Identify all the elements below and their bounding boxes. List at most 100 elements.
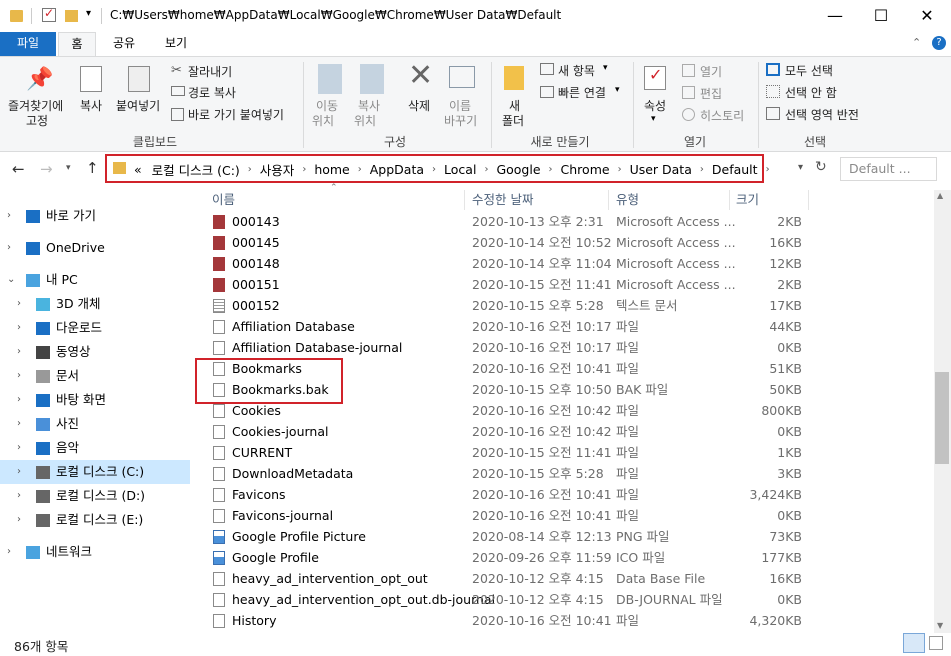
move-to-label-2[interactable]: 위치 (312, 112, 334, 129)
crumb-google[interactable]: Google (490, 162, 546, 177)
open-button[interactable]: 열기 (700, 63, 722, 80)
select-none-button[interactable]: 선택 안 함 (785, 84, 837, 101)
file-row[interactable]: Cookies-journal 2020-10-16 오전 10:42 파일 0KB (205, 421, 805, 442)
crumb-user-data[interactable]: User Data (624, 162, 698, 177)
nav-item[interactable]: › 3D 개체 (0, 292, 190, 316)
nav-item[interactable]: › 네트워크 (0, 540, 190, 564)
file-row[interactable]: DownloadMetadata 2020-10-15 오후 5:28 파일 3KB (205, 463, 805, 484)
search-input[interactable]: Default ... (840, 157, 937, 181)
file-row[interactable]: 000148 2020-10-14 오후 11:04 Microsoft Acces… (205, 253, 805, 274)
scroll-up-icon[interactable]: ▲ (937, 191, 943, 200)
chevron-right-icon[interactable]: › (356, 164, 364, 175)
properties-dropdown-icon[interactable]: ▾ (651, 114, 656, 124)
chevron-right-icon[interactable]: › (547, 164, 555, 175)
large-icons-view-icon[interactable] (929, 636, 943, 650)
file-row[interactable]: heavy_ad_intervention_opt_out 2020-10-12 … (205, 568, 805, 589)
pin-label-2[interactable]: 고정 (26, 112, 48, 129)
crumb-c-drive[interactable]: 로컬 디스크 (C:) (146, 160, 246, 179)
chevron-right-icon[interactable]: › (17, 484, 21, 508)
column-header-name[interactable]: 이름 (212, 190, 235, 210)
paste-button[interactable]: 붙여넣기 (116, 97, 160, 114)
crumb-home[interactable]: home (308, 162, 355, 177)
crumb-appdata[interactable]: AppData (364, 162, 430, 177)
details-view-icon[interactable] (903, 633, 925, 653)
easy-access-dropdown-icon[interactable]: ▾ (615, 85, 620, 95)
minimize-button[interactable]: — (812, 0, 858, 32)
file-row[interactable]: Google Profile Picture 2020-08-14 오후 12:1… (205, 526, 805, 547)
file-row[interactable]: Affiliation Database-journal 2020-10-16 오… (205, 337, 805, 358)
delete-button[interactable]: 삭제 (408, 97, 430, 114)
easy-access-button[interactable]: 빠른 연결 (558, 84, 606, 101)
chevron-right-icon[interactable]: › (17, 292, 21, 316)
nav-item[interactable]: › 로컬 디스크 (D:) (0, 484, 190, 508)
tab-view[interactable]: 보기 (156, 32, 196, 56)
new-folder-qa-icon[interactable] (65, 10, 78, 22)
tab-file[interactable]: 파일 (0, 32, 56, 56)
crumb-chrome[interactable]: Chrome (555, 162, 616, 177)
nav-item[interactable]: › 바로 가기 (0, 204, 190, 228)
qa-dropdown-icon[interactable]: ▾ (86, 8, 91, 19)
new-item-dropdown-icon[interactable]: ▾ (603, 63, 608, 73)
chevron-right-icon[interactable]: › (17, 316, 21, 340)
crumb-default[interactable]: Default (706, 162, 764, 177)
cut-button[interactable]: 잘라내기 (188, 63, 232, 80)
recent-dropdown-icon[interactable]: ▾ (66, 163, 71, 173)
chevron-right-icon[interactable]: › (482, 164, 490, 175)
scrollbar-thumb[interactable] (935, 372, 949, 464)
paste-shortcut-button[interactable]: 바로 가기 붙여넣기 (188, 106, 284, 123)
chevron-right-icon[interactable]: › (17, 412, 21, 436)
back-icon[interactable]: ← (12, 160, 25, 178)
history-button[interactable]: 히스토리 (700, 107, 744, 124)
column-header-type[interactable]: 유형 (616, 190, 639, 210)
file-row[interactable]: Google Profile 2020-09-26 오후 11:59 ICO 파일 1… (205, 547, 805, 568)
chevron-down-icon[interactable]: ⌄ (7, 268, 15, 292)
new-item-button[interactable]: 새 항목 (558, 62, 595, 79)
properties-button[interactable]: 속성 (644, 97, 666, 114)
file-row[interactable]: CURRENT 2020-10-15 오전 11:41 파일 1KB (205, 442, 805, 463)
chevron-right-icon[interactable]: › (430, 164, 438, 175)
copy-path-button[interactable]: 경로 복사 (188, 84, 236, 101)
chevron-right-icon[interactable]: › (7, 236, 11, 260)
chevron-right-icon[interactable]: › (7, 204, 11, 228)
refresh-icon[interactable]: ↻ (815, 159, 827, 175)
chevron-right-icon[interactable]: › (764, 164, 772, 175)
up-icon[interactable]: ↑ (86, 159, 99, 177)
file-row[interactable]: 000151 2020-10-15 오전 11:41 Microsoft Acces… (205, 274, 805, 295)
tab-home[interactable]: 홈 (58, 32, 96, 56)
chevron-right-icon[interactable]: › (17, 508, 21, 532)
rename-label-2[interactable]: 바꾸기 (444, 112, 477, 129)
file-row[interactable]: Affiliation Database 2020-10-16 오전 10:17 파… (205, 316, 805, 337)
nav-item[interactable]: › 음악 (0, 436, 190, 460)
file-row[interactable]: heavy_ad_intervention_opt_out.db-journal… (205, 589, 805, 610)
nav-item[interactable]: › 문서 (0, 364, 190, 388)
chevron-right-icon[interactable]: › (17, 340, 21, 364)
column-header-date[interactable]: 수정한 날짜 (472, 190, 533, 210)
invert-selection-button[interactable]: 선택 영역 반전 (785, 106, 859, 123)
chevron-right-icon[interactable]: › (17, 436, 21, 460)
copy-to-label-2[interactable]: 위치 (354, 112, 376, 129)
new-folder-label-2[interactable]: 폴더 (502, 112, 524, 129)
properties-qa-icon[interactable]: ✓ (42, 6, 56, 22)
forward-icon[interactable]: → (40, 160, 53, 178)
file-row[interactable]: 000145 2020-10-14 오전 10:52 Microsoft Acces… (205, 232, 805, 253)
chevron-right-icon[interactable]: › (17, 388, 21, 412)
nav-item[interactable]: › 동영상 (0, 340, 190, 364)
nav-item[interactable]: › 바탕 화면 (0, 388, 190, 412)
file-row[interactable]: 000152 2020-10-15 오후 5:28 텍스트 문서 17KB (205, 295, 805, 316)
nav-item[interactable]: › OneDrive (0, 236, 190, 260)
address-dropdown-icon[interactable]: ▾ (798, 162, 803, 173)
crumb-users[interactable]: 사용자 (254, 160, 301, 179)
nav-item[interactable]: › 다운로드 (0, 316, 190, 340)
file-row[interactable]: History 2020-10-16 오전 10:41 파일 4,320KB (205, 610, 805, 631)
nav-item[interactable]: ⌄ 내 PC (0, 268, 190, 292)
file-row[interactable]: 000143 2020-10-13 오후 2:31 Microsoft Access… (205, 211, 805, 232)
chevron-right-icon[interactable]: › (17, 364, 21, 388)
column-header-size[interactable]: 크기 (736, 190, 759, 210)
help-icon[interactable]: ? (932, 36, 946, 50)
collapse-ribbon-icon[interactable]: ⌃ (912, 36, 921, 49)
file-row[interactable]: Favicons-journal 2020-10-16 오전 10:41 파일 0KB (205, 505, 805, 526)
nav-item[interactable]: › 로컬 디스크 (C:) (0, 460, 190, 484)
chevron-right-icon[interactable]: › (300, 164, 308, 175)
crumb-local[interactable]: Local (438, 162, 482, 177)
chevron-right-icon[interactable]: › (246, 164, 254, 175)
